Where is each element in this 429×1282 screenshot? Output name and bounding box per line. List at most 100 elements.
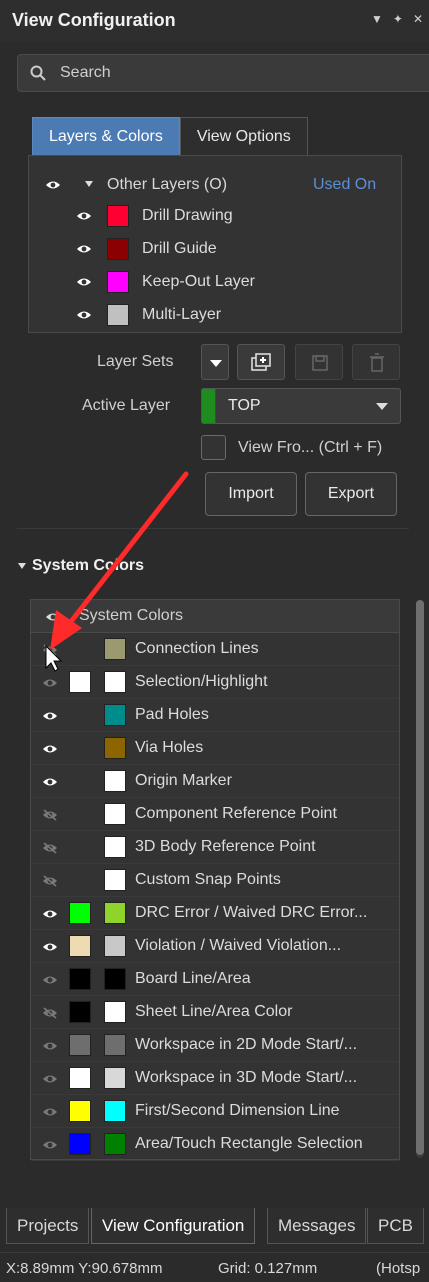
- secondary-color-swatch[interactable]: [104, 1133, 126, 1155]
- layer-color-swatch[interactable]: [107, 238, 129, 260]
- layer-row[interactable]: Keep-Out Layer: [29, 266, 401, 299]
- system-color-row[interactable]: Sheet Line/Area Color: [31, 996, 399, 1029]
- eye-icon[interactable]: [42, 742, 58, 754]
- eye-icon[interactable]: [76, 243, 92, 255]
- eye-off-icon[interactable]: [42, 841, 58, 854]
- eye-icon[interactable]: [42, 1039, 58, 1051]
- dropdown-icon[interactable]: ▼: [371, 12, 383, 26]
- add-layer-set-button[interactable]: [237, 344, 285, 380]
- eye-icon[interactable]: [76, 210, 92, 222]
- system-color-label: DRC Error / Waived DRC Error...: [135, 904, 368, 921]
- layer-color-swatch[interactable]: [107, 304, 129, 326]
- system-color-label: Workspace in 3D Mode Start/...: [135, 1069, 358, 1086]
- secondary-color-swatch[interactable]: [104, 935, 126, 957]
- eye-icon[interactable]: [76, 309, 92, 321]
- secondary-color-swatch[interactable]: [104, 1034, 126, 1056]
- secondary-color-swatch[interactable]: [104, 1067, 126, 1089]
- secondary-color-swatch[interactable]: [104, 869, 126, 891]
- scrollbar-thumb[interactable]: [416, 600, 424, 1155]
- system-colors-section-header[interactable]: System Colors: [18, 557, 144, 575]
- system-color-row[interactable]: First/Second Dimension Line: [31, 1095, 399, 1128]
- secondary-color-swatch[interactable]: [104, 737, 126, 759]
- eye-off-icon[interactable]: [42, 808, 58, 821]
- eye-icon[interactable]: [42, 1138, 58, 1150]
- system-color-row[interactable]: Via Holes: [31, 732, 399, 765]
- layer-label: Drill Drawing: [142, 207, 233, 224]
- eye-icon[interactable]: [42, 709, 58, 721]
- primary-color-swatch[interactable]: [69, 1001, 91, 1023]
- view-from-checkbox[interactable]: [201, 435, 226, 460]
- eye-off-icon[interactable]: [42, 643, 58, 656]
- active-layer-label: Active Layer: [82, 397, 171, 414]
- scrollbar[interactable]: [416, 600, 424, 1158]
- secondary-color-swatch[interactable]: [104, 1001, 126, 1023]
- eye-icon[interactable]: [42, 1072, 58, 1084]
- system-color-row[interactable]: Connection Lines: [31, 633, 399, 666]
- save-layer-set-button[interactable]: [295, 344, 343, 380]
- layer-color-swatch[interactable]: [107, 271, 129, 293]
- system-color-row[interactable]: Workspace in 2D Mode Start/...: [31, 1029, 399, 1062]
- primary-color-swatch[interactable]: [69, 935, 91, 957]
- active-layer-select[interactable]: TOP: [201, 388, 401, 424]
- import-button[interactable]: Import: [205, 472, 297, 516]
- secondary-color-swatch[interactable]: [104, 671, 126, 693]
- secondary-color-swatch[interactable]: [104, 770, 126, 792]
- layer-row[interactable]: Drill Drawing: [29, 200, 401, 233]
- layer-sets-dropdown[interactable]: [201, 344, 229, 380]
- active-layer-value: TOP: [228, 397, 261, 414]
- secondary-color-swatch[interactable]: [104, 704, 126, 726]
- system-color-row[interactable]: Violation / Waived Violation...: [31, 930, 399, 963]
- layer-color-swatch[interactable]: [107, 205, 129, 227]
- tab-view-options[interactable]: View Options: [179, 117, 308, 155]
- eye-icon[interactable]: [42, 940, 58, 952]
- tab-projects[interactable]: Projects: [6, 1208, 90, 1244]
- secondary-color-swatch[interactable]: [104, 902, 126, 924]
- system-color-row[interactable]: Pad Holes: [31, 699, 399, 732]
- tab-messages[interactable]: Messages: [267, 1208, 367, 1244]
- tab-view-configuration[interactable]: View Configuration: [91, 1208, 256, 1244]
- eye-off-icon[interactable]: [42, 1006, 58, 1019]
- eye-icon[interactable]: [42, 676, 58, 688]
- eye-icon[interactable]: [42, 973, 58, 985]
- system-color-row[interactable]: Component Reference Point: [31, 798, 399, 831]
- pin-icon[interactable]: ✦: [393, 12, 403, 26]
- primary-color-swatch[interactable]: [69, 1100, 91, 1122]
- system-color-row[interactable]: Workspace in 3D Mode Start/...: [31, 1062, 399, 1095]
- system-color-row[interactable]: Board Line/Area: [31, 963, 399, 996]
- system-color-row[interactable]: Custom Snap Points: [31, 864, 399, 897]
- system-color-row[interactable]: Area/Touch Rectangle Selection: [31, 1128, 399, 1161]
- secondary-color-swatch[interactable]: [104, 803, 126, 825]
- system-color-row[interactable]: Selection/Highlight: [31, 666, 399, 699]
- export-button[interactable]: Export: [305, 472, 397, 516]
- primary-color-swatch[interactable]: [69, 671, 91, 693]
- close-icon[interactable]: ✕: [413, 12, 423, 26]
- layer-group-other-layers[interactable]: Other Layers (O) Used On: [29, 169, 401, 202]
- primary-color-swatch[interactable]: [69, 1133, 91, 1155]
- eye-icon[interactable]: [45, 179, 61, 191]
- system-color-row[interactable]: DRC Error / Waived DRC Error...: [31, 897, 399, 930]
- delete-layer-set-button[interactable]: [352, 344, 400, 380]
- eye-icon[interactable]: [42, 1105, 58, 1117]
- tab-pcb[interactable]: PCB: [367, 1208, 424, 1244]
- search-input[interactable]: Search: [17, 54, 429, 92]
- primary-color-swatch[interactable]: [69, 902, 91, 924]
- eye-off-icon[interactable]: [42, 874, 58, 887]
- primary-color-swatch[interactable]: [69, 1034, 91, 1056]
- tab-layers-colors[interactable]: Layers & Colors: [32, 117, 180, 155]
- primary-color-swatch[interactable]: [69, 1067, 91, 1089]
- status-hotspot: (Hotsp: [376, 1260, 421, 1277]
- primary-color-swatch[interactable]: [69, 968, 91, 990]
- system-color-row[interactable]: 3D Body Reference Point: [31, 831, 399, 864]
- collapse-icon[interactable]: [85, 181, 93, 187]
- eye-icon[interactable]: [45, 611, 61, 623]
- secondary-color-swatch[interactable]: [104, 968, 126, 990]
- secondary-color-swatch[interactable]: [104, 638, 126, 660]
- eye-icon[interactable]: [42, 907, 58, 919]
- eye-icon[interactable]: [76, 276, 92, 288]
- secondary-color-swatch[interactable]: [104, 836, 126, 858]
- secondary-color-swatch[interactable]: [104, 1100, 126, 1122]
- system-color-row[interactable]: Origin Marker: [31, 765, 399, 798]
- eye-icon[interactable]: [42, 775, 58, 787]
- layer-row[interactable]: Multi-Layer: [29, 299, 401, 332]
- layer-row[interactable]: Drill Guide: [29, 233, 401, 266]
